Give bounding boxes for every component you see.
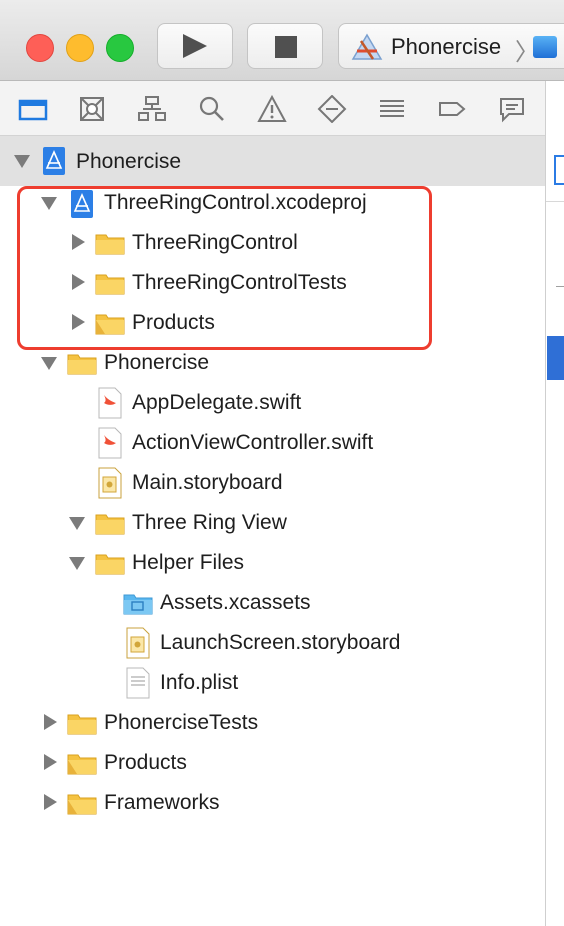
tree-row-file[interactable]: Info.plist (0, 663, 545, 703)
tree-row-group[interactable]: Three Ring View (0, 503, 545, 543)
report-bubble-icon[interactable] (497, 95, 527, 123)
disclosure-open-icon[interactable] (69, 517, 85, 530)
disclosure-closed-icon[interactable] (44, 754, 57, 770)
editor-dash (556, 286, 564, 287)
disclosure-closed-icon[interactable] (44, 794, 57, 810)
tree-item-label: Three Ring View (132, 511, 287, 534)
tree-item-label: LaunchScreen.storyboard (160, 631, 401, 654)
tree-item-label: Helper Files (132, 551, 245, 574)
run-button[interactable] (157, 23, 233, 69)
tree-row-root[interactable]: Phonercise (0, 136, 545, 186)
plist-file-icon (126, 667, 150, 704)
storyboard-file-icon (126, 627, 150, 664)
tree-row-file[interactable]: ActionViewController.swift (0, 423, 545, 463)
editor-selection (547, 336, 564, 380)
disclosure-open-icon[interactable] (14, 155, 30, 168)
device-icon (533, 36, 557, 58)
tree-item-label: Assets.xcassets (160, 591, 311, 614)
tree-item-label: Phonercise (104, 351, 210, 374)
folder-icon (67, 351, 97, 380)
scheme-name: Phonercise (391, 34, 502, 59)
tree-row-file[interactable]: LaunchScreen.storyboard (0, 623, 545, 663)
products-folder-icon (67, 751, 97, 780)
zoom-window-button[interactable] (106, 34, 134, 62)
tree-row-file[interactable]: Main.storyboard (0, 463, 545, 503)
tree-row-group[interactable]: Helper Files (0, 543, 545, 583)
folder-icon (67, 711, 97, 740)
tree-item-label: Main.storyboard (132, 471, 283, 494)
editor-divider (546, 201, 564, 202)
tree-item-label: AppDelegate.swift (132, 391, 302, 414)
tree-item-label: Frameworks (104, 791, 220, 814)
asset-catalog-icon (123, 591, 153, 620)
swift-file-icon (98, 387, 122, 424)
swift-file-icon (98, 427, 122, 464)
tree-row-group[interactable]: PhonerciseTests (0, 703, 545, 743)
tree-row-group[interactable]: Products (0, 743, 545, 783)
minimize-window-button[interactable] (66, 34, 94, 62)
project-icon (42, 146, 66, 181)
breakpoint-tag-icon[interactable] (437, 95, 467, 123)
tree-item-label: ActionViewController.swift (132, 431, 374, 454)
tree-item-label: Info.plist (160, 671, 239, 694)
debug-list-icon[interactable] (377, 95, 407, 123)
scheme-selector[interactable]: Phonercise 〉 (338, 23, 564, 69)
hierarchy-icon[interactable] (137, 95, 167, 123)
tree-item-label: PhonerciseTests (104, 711, 259, 734)
test-diamond-icon[interactable] (317, 94, 347, 124)
navigator-selector-bar (0, 81, 545, 136)
window-toolbar: Phonercise 〉 (0, 0, 564, 81)
folder-icon (95, 511, 125, 540)
play-icon (183, 34, 207, 58)
editor-area-edge (545, 81, 564, 926)
stop-button[interactable] (247, 23, 323, 69)
folder-icon (95, 551, 125, 580)
disclosure-closed-icon[interactable] (44, 714, 57, 730)
folder-icon[interactable] (18, 95, 48, 123)
tree-row-group[interactable]: Frameworks (0, 783, 545, 823)
xcode-app-icon (351, 33, 383, 66)
tree-item-label: Products (104, 751, 187, 774)
tree-row-file[interactable]: Assets.xcassets (0, 583, 545, 623)
close-window-button[interactable] (26, 34, 54, 62)
warning-icon[interactable] (257, 94, 287, 123)
editor-tab[interactable] (554, 155, 564, 185)
search-icon[interactable] (197, 95, 227, 123)
storyboard-file-icon (98, 467, 122, 504)
stop-icon (275, 36, 297, 58)
products-folder-icon (67, 791, 97, 820)
disclosure-open-icon[interactable] (69, 557, 85, 570)
disclosure-open-icon[interactable] (41, 357, 57, 370)
tree-row-file[interactable]: AppDelegate.swift (0, 383, 545, 423)
tree-row-group[interactable]: Phonercise (0, 343, 545, 383)
tree-item-label: Phonercise (76, 150, 182, 173)
source-control-icon[interactable] (77, 95, 107, 123)
highlight-annotation (17, 186, 432, 350)
